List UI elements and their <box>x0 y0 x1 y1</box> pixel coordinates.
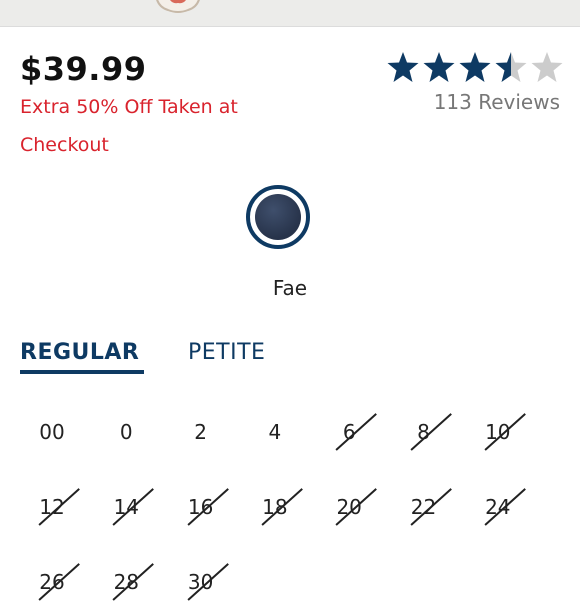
size-option-18[interactable]: 18 <box>245 487 305 527</box>
star-icon <box>423 52 455 82</box>
size-option-16[interactable]: 16 <box>171 487 231 527</box>
rating-stars[interactable] <box>386 50 564 86</box>
size-option-00[interactable]: 00 <box>22 412 82 452</box>
product-image-strip <box>0 0 580 27</box>
color-swatch-fill <box>255 194 301 240</box>
color-name: Fae <box>272 276 308 300</box>
star-icon <box>495 52 527 82</box>
star-icon <box>459 52 491 82</box>
size-option-2[interactable]: 2 <box>171 412 231 452</box>
size-option-10[interactable]: 10 <box>468 412 528 452</box>
size-option-20[interactable]: 20 <box>319 487 379 527</box>
tab-regular[interactable]: REGULAR <box>20 340 139 365</box>
size-option-22[interactable]: 22 <box>394 487 454 527</box>
size-option-24[interactable]: 24 <box>468 487 528 527</box>
size-option-14[interactable]: 14 <box>96 487 156 527</box>
size-option-12[interactable]: 12 <box>22 487 82 527</box>
size-option-26[interactable]: 26 <box>22 562 82 602</box>
color-swatch-selected[interactable] <box>246 185 310 249</box>
star-icon <box>387 52 419 82</box>
size-option-8[interactable]: 8 <box>394 412 454 452</box>
size-option-6[interactable]: 6 <box>319 412 379 452</box>
star-icon <box>531 52 563 82</box>
size-option-30[interactable]: 30 <box>171 562 231 602</box>
price: $39.99 <box>20 50 147 88</box>
tab-petite[interactable]: PETITE <box>188 340 265 365</box>
size-option-28[interactable]: 28 <box>96 562 156 602</box>
size-option-0[interactable]: 0 <box>96 412 156 452</box>
product-image-thumbnail <box>156 0 200 13</box>
active-tab-underline <box>20 370 144 374</box>
promo-text: Extra 50% Off Taken at Checkout <box>20 96 238 156</box>
size-option-4[interactable]: 4 <box>245 412 305 452</box>
reviews-link[interactable]: 113 Reviews <box>434 90 560 114</box>
